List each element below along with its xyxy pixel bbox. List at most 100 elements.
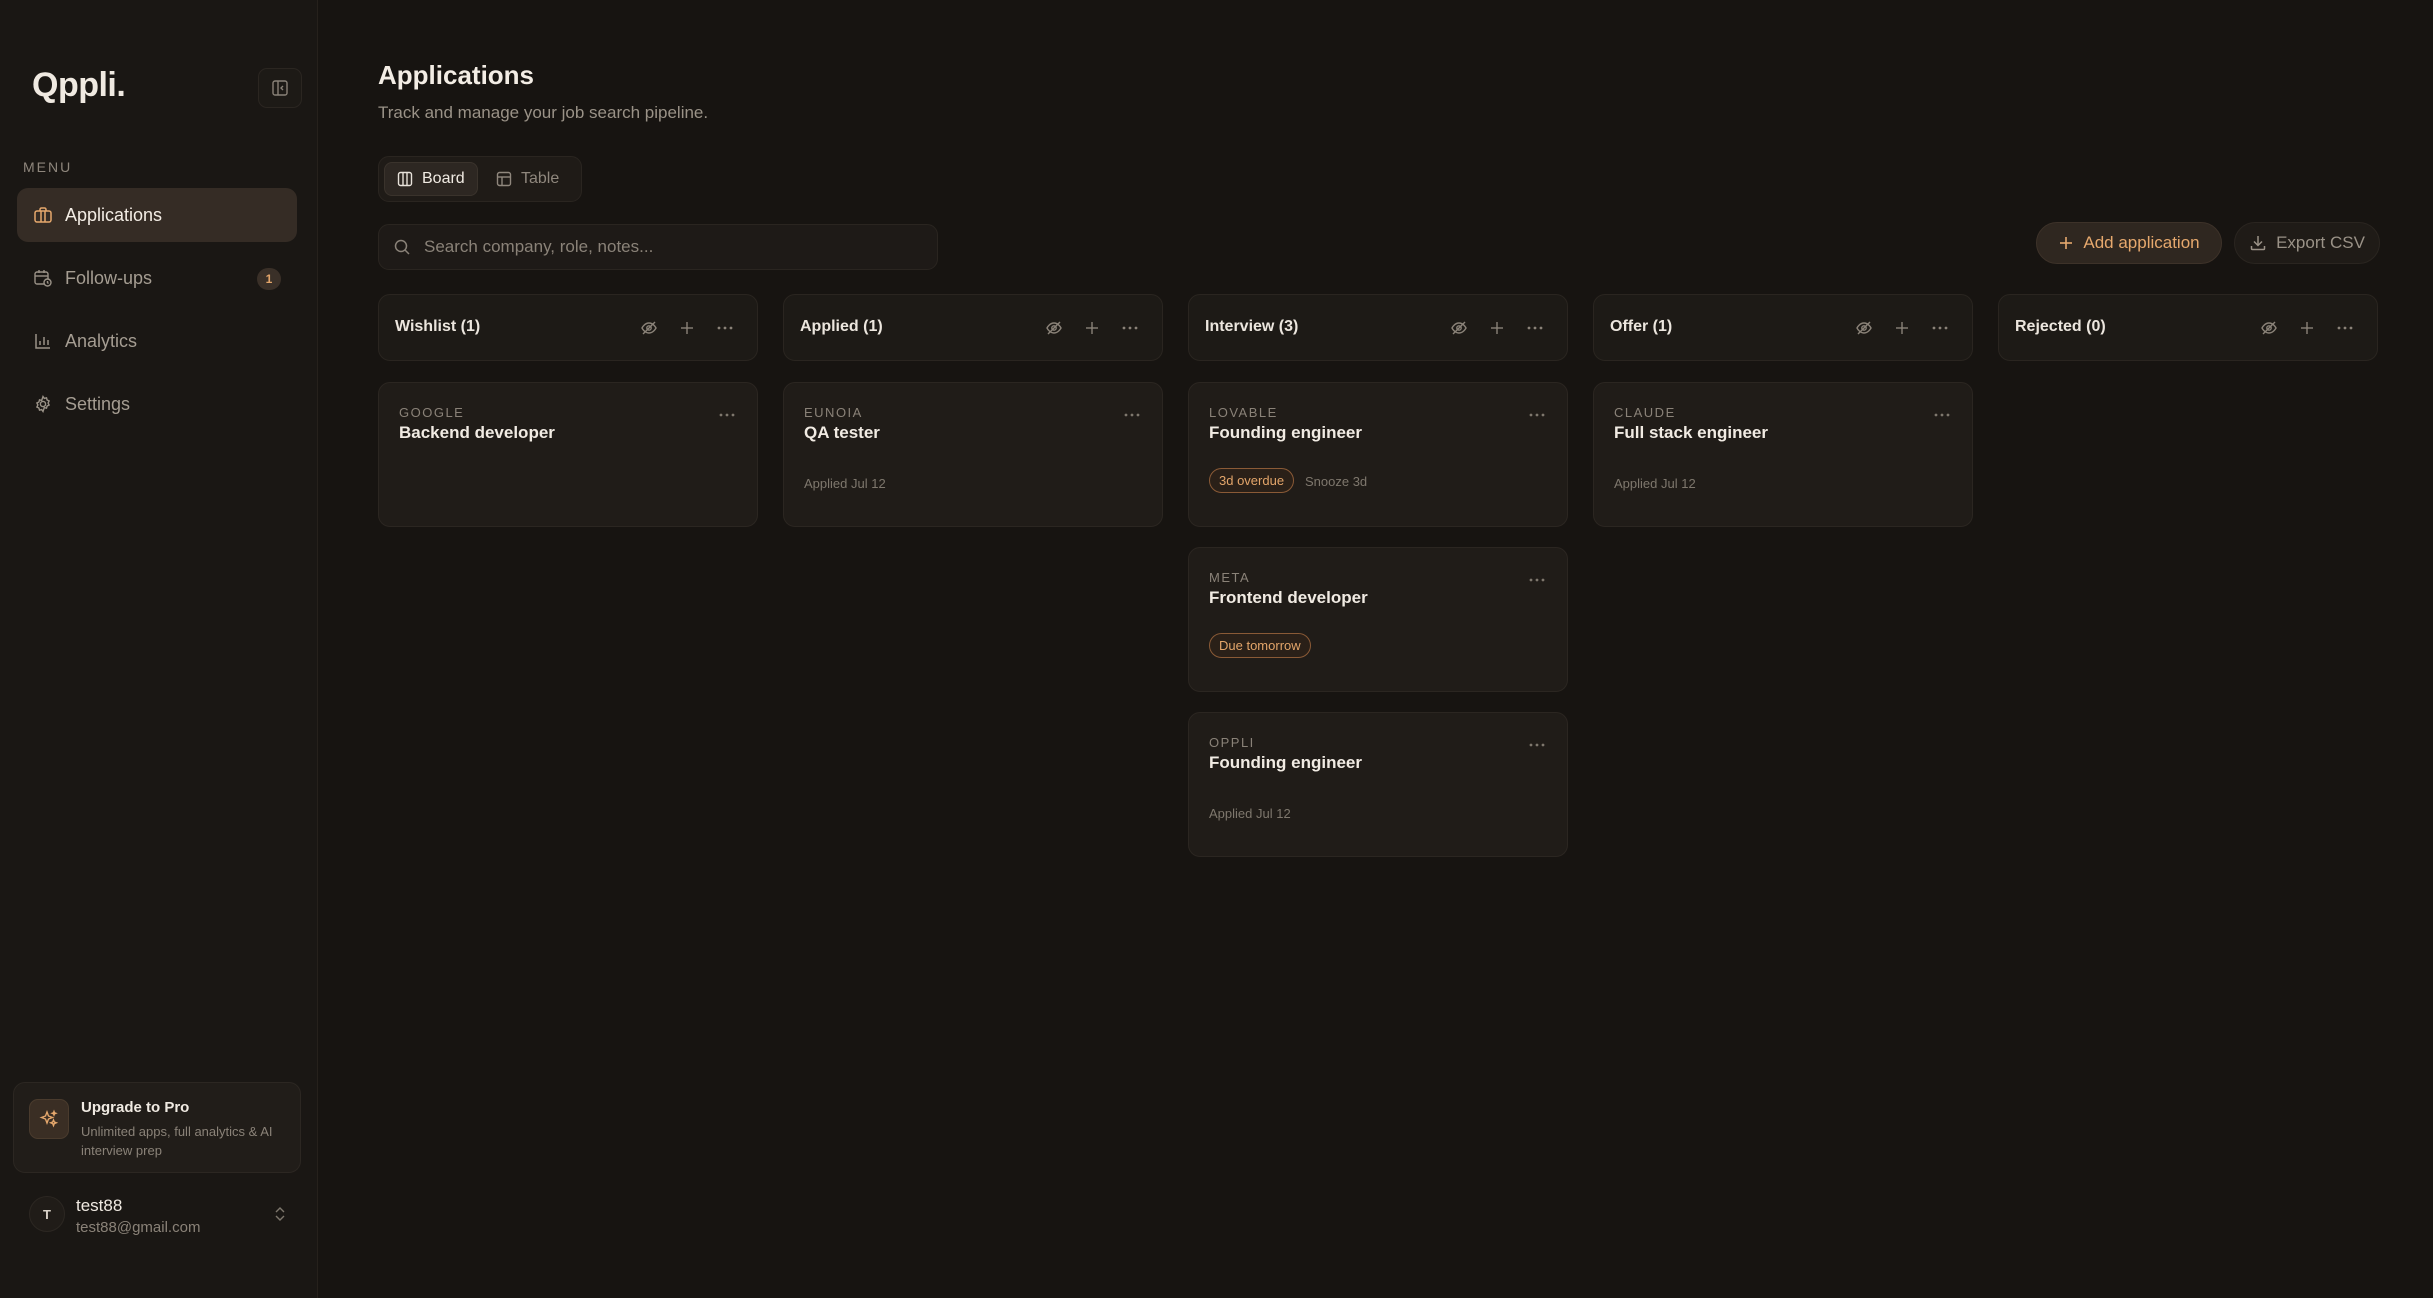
card-role: Founding engineer: [1209, 423, 1362, 442]
application-card[interactable]: EUNOIA QA tester Applied Jul 12: [783, 382, 1163, 527]
sidebar-item-label: Analytics: [65, 330, 138, 351]
plus-icon: [681, 322, 693, 334]
page-subtitle: Track and manage your job search pipelin…: [378, 103, 709, 122]
app-logo: Qppli.: [32, 66, 126, 104]
sidebar-item-settings[interactable]: Settings: [17, 377, 297, 431]
application-card[interactable]: LOVABLE Founding engineer 3d overdue Sno…: [1188, 382, 1568, 527]
plus-icon: [1896, 322, 1908, 334]
board-view-button[interactable]: Board: [384, 162, 478, 196]
add-application-button[interactable]: Add application: [2036, 222, 2222, 264]
more-horizontal-icon[interactable]: [719, 413, 735, 417]
column-title: Rejected (0): [2015, 318, 2106, 335]
more-horizontal-icon[interactable]: [1529, 743, 1545, 747]
user-menu[interactable]: T test88 test88@gmail.com: [13, 1186, 301, 1244]
sidebar-item-applications[interactable]: Applications: [17, 188, 297, 242]
application-card[interactable]: META Frontend developer Due tomorrow: [1188, 547, 1568, 692]
more-horizontal-icon[interactable]: [1934, 413, 1950, 417]
sidebar: Qppli. MENU Applications Follow-ups 1 An…: [0, 0, 318, 1298]
hide-column-button[interactable]: [1449, 318, 1469, 338]
card-applied-date: Applied Jul 12: [804, 476, 886, 491]
eye-off-icon: [2261, 321, 2277, 335]
add-card-button[interactable]: [1892, 318, 1912, 338]
more-horizontal-icon: [2337, 326, 2353, 330]
application-card[interactable]: OPPLI Founding engineer Applied Jul 12: [1188, 712, 1568, 857]
gear-icon: [35, 394, 51, 414]
hide-column-button[interactable]: [1044, 318, 1064, 338]
column-header-interview: Interview (3): [1188, 294, 1568, 361]
upgrade-description: Unlimited apps, full analytics & AI inte…: [81, 1124, 273, 1158]
column-more-button[interactable]: [1120, 318, 1140, 338]
more-horizontal-icon: [717, 326, 733, 330]
chevrons-up-down-icon: [275, 1207, 285, 1221]
column-more-button[interactable]: [1930, 318, 1950, 338]
column-title: Applied (1): [800, 318, 883, 335]
search-bar: [378, 224, 938, 270]
export-csv-button[interactable]: Export CSV: [2234, 222, 2380, 264]
upgrade-to-pro-card[interactable]: Upgrade to Pro Unlimited apps, full anal…: [13, 1082, 301, 1173]
download-icon: [2250, 236, 2266, 251]
sidebar-collapse-icon: [272, 80, 288, 96]
card-company: GOOGLE: [399, 405, 465, 420]
hide-column-button[interactable]: [639, 318, 659, 338]
add-card-button[interactable]: [1487, 318, 1507, 338]
card-company: LOVABLE: [1209, 405, 1278, 420]
column-title: Wishlist (1): [395, 318, 481, 335]
overdue-badge: 3d overdue: [1209, 468, 1295, 493]
snooze-button[interactable]: Snooze 3d: [1305, 474, 1367, 489]
user-name: test88: [76, 1196, 123, 1215]
sidebar-item-label: Follow-ups: [65, 267, 153, 288]
column-header-offer: Offer (1): [1593, 294, 1973, 361]
user-email: test88@gmail.com: [76, 1219, 201, 1236]
sparkles-icon: [29, 1099, 69, 1139]
briefcase-icon: [34, 207, 52, 223]
view-toggle: Board Table: [378, 156, 582, 202]
add-card-button[interactable]: [2297, 318, 2317, 338]
column-header-rejected: Rejected (0): [1998, 294, 2378, 361]
card-applied-date: Applied Jul 12: [1614, 476, 1696, 491]
search-input[interactable]: [424, 225, 924, 269]
plus-icon: [2301, 322, 2313, 334]
due-badge: Due tomorrow: [1209, 633, 1311, 658]
sidebar-nav: Applications Follow-ups 1 Analytics Sett…: [17, 188, 297, 440]
hide-column-button[interactable]: [2259, 318, 2279, 338]
sidebar-item-follow-ups[interactable]: Follow-ups 1: [17, 251, 297, 305]
export-csv-label: Export CSV: [2276, 233, 2365, 252]
plus-icon: [2060, 237, 2073, 249]
card-company: EUNOIA: [804, 405, 863, 420]
add-application-label: Add application: [2083, 233, 2200, 252]
column-more-button[interactable]: [2335, 318, 2355, 338]
application-card[interactable]: GOOGLE Backend developer: [378, 382, 758, 527]
upgrade-title: Upgrade to Pro: [81, 1099, 190, 1116]
sidebar-item-analytics[interactable]: Analytics: [17, 314, 297, 368]
hide-column-button[interactable]: [1854, 318, 1874, 338]
table-icon: [496, 171, 512, 187]
eye-off-icon: [641, 321, 657, 335]
search-icon: [394, 239, 410, 255]
more-horizontal-icon[interactable]: [1529, 413, 1545, 417]
column-title: Interview (3): [1205, 318, 1299, 335]
bar-chart-icon: [35, 334, 50, 349]
application-card[interactable]: CLAUDE Full stack engineer Applied Jul 1…: [1593, 382, 1973, 527]
column-more-button[interactable]: [715, 318, 735, 338]
calendar-clock-icon: [34, 270, 52, 287]
collapse-sidebar-button[interactable]: [258, 68, 302, 108]
card-company: OPPLI: [1209, 735, 1255, 750]
eye-off-icon: [1046, 321, 1062, 335]
add-card-button[interactable]: [1082, 318, 1102, 338]
page-title: Applications: [378, 60, 535, 90]
card-company: CLAUDE: [1614, 405, 1676, 420]
card-role: QA tester: [804, 423, 880, 442]
column-header-wishlist: Wishlist (1): [378, 294, 758, 361]
more-horizontal-icon[interactable]: [1529, 578, 1545, 582]
column-title: Offer (1): [1610, 318, 1673, 335]
plus-icon: [1491, 322, 1503, 334]
column-more-button[interactable]: [1525, 318, 1545, 338]
eye-off-icon: [1451, 321, 1467, 335]
table-view-button[interactable]: Table: [484, 162, 571, 196]
eye-off-icon: [1856, 321, 1872, 335]
more-horizontal-icon[interactable]: [1124, 413, 1140, 417]
add-card-button[interactable]: [677, 318, 697, 338]
more-horizontal-icon: [1527, 326, 1543, 330]
card-role: Full stack engineer: [1614, 423, 1768, 442]
sidebar-item-label: Applications: [65, 204, 163, 225]
